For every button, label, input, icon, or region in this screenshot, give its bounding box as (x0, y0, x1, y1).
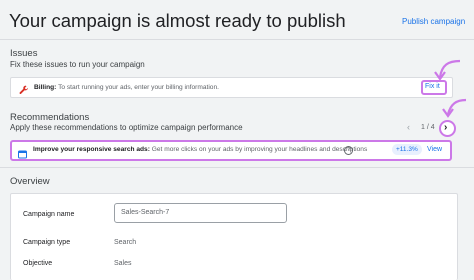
billing-issue-text: Billing: To start running your ads, ente… (34, 84, 219, 91)
campaign-type-value: Search (114, 239, 137, 246)
billing-issue-card: Billing: To start running your ads, ente… (10, 77, 453, 98)
annotation-arrow-icon (434, 59, 461, 81)
overview-title: Overview (10, 176, 50, 187)
billing-issue-label: Billing: (34, 84, 57, 91)
objective-value: Sales (114, 260, 132, 267)
rsa-recommendation-label: Improve your responsive search ads: (33, 146, 150, 153)
publish-campaign-button[interactable]: Publish campaign (402, 17, 465, 26)
rsa-recommendation-text: Improve your responsive search ads: Get … (33, 146, 367, 153)
wrench-icon (19, 82, 29, 100)
issues-title: Issues (10, 48, 38, 59)
campaign-type-label: Campaign type (23, 239, 71, 246)
recommendations-subtitle: Apply these recommendations to optimize … (10, 123, 243, 132)
campaign-name-input[interactable]: Sales-Search-7 (114, 203, 287, 223)
objective-label: Objective (23, 260, 53, 267)
billing-issue-description: To start running your ads, enter your bi… (58, 84, 219, 91)
campaign-name-label: Campaign name (23, 211, 75, 218)
section-divider (0, 167, 474, 168)
rsa-recommendation-card: Improve your responsive search ads: Get … (10, 140, 452, 161)
issues-subtitle: Fix these issues to run your campaign (10, 60, 145, 69)
uplift-badge: +11.3% (392, 144, 422, 155)
annotation-arrow-icon (442, 98, 467, 118)
overview-card: Campaign name Sales-Search-7 Campaign ty… (10, 193, 458, 280)
recommendations-title: Recommendations (10, 112, 90, 123)
next-recommendation-button[interactable]: › (439, 120, 456, 137)
recommendation-pager: 1 / 4 (421, 124, 435, 131)
header-divider (0, 39, 474, 40)
chevron-left-icon[interactable]: ‹ (407, 122, 410, 132)
view-recommendation-button[interactable]: View (427, 146, 442, 153)
page-title: Your campaign is almost ready to publish (9, 10, 346, 31)
chevron-right-icon: › (444, 122, 448, 133)
help-icon[interactable]: ? (344, 146, 353, 155)
rsa-recommendation-description: Get more clicks on your ads by improving… (151, 146, 368, 153)
ad-icon (18, 146, 27, 164)
